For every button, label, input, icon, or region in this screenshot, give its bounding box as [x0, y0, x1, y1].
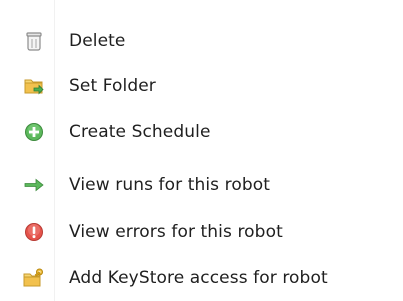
menu-item-label: Set Folder: [69, 76, 156, 96]
green-arrow-right-icon: [22, 173, 46, 197]
context-menu: Delete Set Folder Create Schedule View r…: [0, 0, 403, 301]
menu-item-add-keystore-access[interactable]: Add KeyStore access for robot: [0, 255, 403, 301]
menu-item-set-folder[interactable]: Set Folder: [0, 63, 403, 109]
red-exclamation-circle-icon: [22, 220, 46, 244]
menu-item-delete[interactable]: Delete: [0, 18, 403, 64]
folder-move-icon: [22, 74, 46, 98]
menu-item-create-schedule[interactable]: Create Schedule: [0, 109, 403, 155]
menu-item-label: Add KeyStore access for robot: [69, 268, 328, 288]
menu-item-label: Create Schedule: [69, 122, 211, 142]
menu-item-label: View runs for this robot: [69, 175, 271, 195]
menu-item-label: Delete: [69, 31, 126, 51]
menu-item-label: View errors for this robot: [69, 222, 283, 242]
menu-item-view-errors[interactable]: View errors for this robot: [0, 209, 403, 255]
trash-can-icon: [22, 29, 46, 53]
folder-key-icon: [22, 266, 46, 290]
menu-item-view-runs[interactable]: View runs for this robot: [0, 162, 403, 208]
green-plus-circle-icon: [22, 120, 46, 144]
